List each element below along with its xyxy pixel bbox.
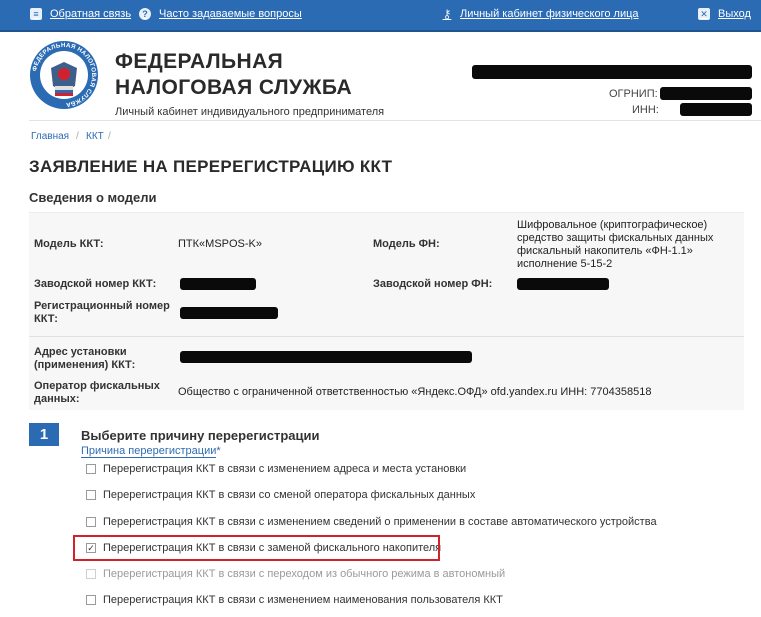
breadcrumb-separator: /	[76, 131, 79, 142]
breadcrumb-kkt[interactable]: ККТ	[86, 131, 104, 142]
personal-cabinet-label: Личный кабинет физического лица	[460, 8, 639, 20]
faq-link[interactable]: ? Часто задаваемые вопросы	[139, 8, 302, 20]
fn-model-label: Модель ФН:	[373, 238, 440, 250]
serial-kkt-label: Заводской номер ККТ:	[34, 278, 157, 290]
fn-model-value: Шифровальное (криптографическое) средств…	[517, 219, 714, 270]
redacted-ip-name	[472, 65, 752, 79]
org-name-line1: ФЕДЕРАЛЬНАЯ	[115, 50, 284, 73]
logout-link[interactable]: ✕ Выход	[698, 8, 751, 20]
redacted-address	[180, 351, 472, 363]
page-title: ЗАЯВЛЕНИЕ НА ПЕРЕРЕГИСТРАЦИЮ ККТ	[29, 157, 393, 176]
faq-link-label: Часто задаваемые вопросы	[159, 8, 302, 20]
reason-field-label: Причина перерегистрации*	[81, 445, 221, 458]
checkbox-icon	[86, 569, 96, 579]
question-icon: ?	[139, 8, 151, 20]
reason-option-label: Перерегистрация ККТ в связи с изменением…	[103, 516, 657, 528]
checkbox-icon[interactable]	[86, 464, 96, 474]
redacted-serial-fn	[517, 278, 609, 290]
key-icon: ⚷	[442, 7, 452, 21]
address-label: Адрес установки (применения) ККТ:	[34, 346, 136, 371]
org-name-line2: НАЛОГОВАЯ СЛУЖБА	[115, 76, 353, 99]
redacted-reg-number	[180, 307, 278, 319]
top-navigation-bar: ≡ Обратная связь ? Часто задаваемые вопр…	[0, 0, 761, 32]
redacted-inn	[680, 103, 752, 116]
redacted-serial-kkt	[180, 278, 256, 290]
checkbox-icon[interactable]	[86, 517, 96, 527]
logout-label: Выход	[718, 8, 751, 20]
reason-option-label: Перерегистрация ККТ в связи со сменой оп…	[103, 489, 476, 501]
checkbox-icon[interactable]	[86, 490, 96, 500]
ofd-value: Общество с ограниченной ответственностью…	[178, 386, 652, 398]
ofd-label: Оператор фискальных данных:	[34, 380, 160, 405]
reg-number-label: Регистрационный номер ККТ:	[34, 300, 170, 325]
kkt-model-value: ПТК«MSPOS-K»	[178, 238, 262, 250]
reason-option-address[interactable]: Перерегистрация ККТ в связи с изменением…	[86, 463, 466, 475]
breadcrumb-separator: /	[108, 131, 111, 142]
reason-option-label: Перерегистрация ККТ в связи с переходом …	[103, 568, 506, 580]
reason-option-user-name[interactable]: Перерегистрация ККТ в связи с изменением…	[86, 594, 503, 606]
reason-option-label: Перерегистрация ККТ в связи с изменением…	[103, 463, 467, 475]
personal-cabinet-link[interactable]: ⚷ Личный кабинет физического лица	[440, 8, 639, 20]
selected-option-highlight	[73, 535, 440, 561]
reason-label-text: Причина перерегистрации	[81, 445, 217, 458]
step-title: Выберите причину перерегистрации	[81, 428, 320, 443]
info-panel-divider	[29, 336, 744, 337]
breadcrumb-home[interactable]: Главная	[31, 131, 69, 142]
fns-emblem[interactable]: ФЕДЕРАЛЬНАЯ НАЛОГОВАЯ СЛУЖБА	[29, 40, 99, 110]
feedback-icon: ≡	[30, 8, 42, 20]
checkbox-icon[interactable]	[86, 595, 96, 605]
close-icon: ✕	[698, 8, 710, 20]
feedback-link[interactable]: ≡ Обратная связь	[30, 8, 131, 20]
feedback-link-label: Обратная связь	[50, 8, 132, 20]
reason-option-automatic-device[interactable]: Перерегистрация ККТ в связи с изменением…	[86, 516, 657, 528]
required-mark: *	[216, 445, 221, 457]
model-section-title: Сведения о модели	[29, 190, 157, 205]
reason-option-autonomous: Перерегистрация ККТ в связи с переходом …	[86, 568, 505, 580]
inn-label: ИНН:	[632, 104, 659, 116]
kkt-model-label: Модель ККТ:	[34, 238, 104, 250]
ogrnip-label: ОГРНИП:	[609, 88, 658, 100]
header-divider	[29, 120, 761, 121]
serial-fn-label: Заводской номер ФН:	[373, 278, 493, 290]
reason-option-label: Перерегистрация ККТ в связи с изменением…	[103, 594, 503, 606]
reason-option-ofd-change[interactable]: Перерегистрация ККТ в связи со сменой оп…	[86, 489, 475, 501]
redacted-ogrnip	[660, 87, 752, 100]
step-number-badge: 1	[29, 423, 59, 446]
cabinet-subtitle: Личный кабинет индивидуального предприни…	[115, 106, 385, 118]
